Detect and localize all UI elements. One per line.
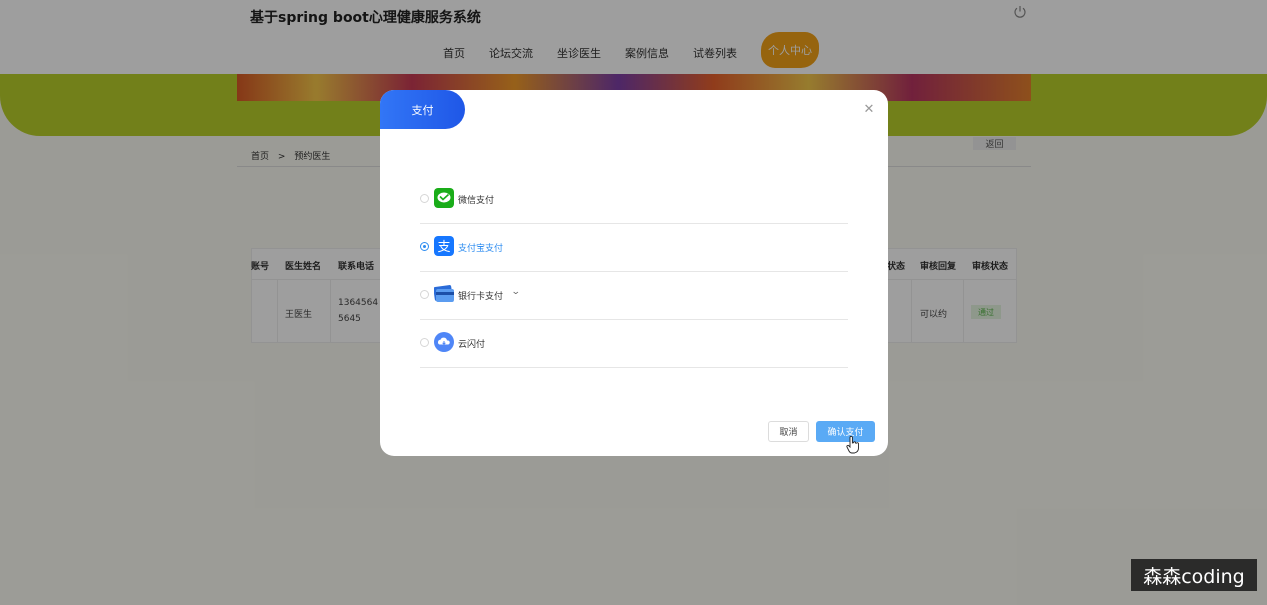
payment-label-alipay: 支付宝支付 (458, 244, 504, 254)
payment-label-bank-card: 银行卡支付 (458, 292, 504, 302)
payment-option-bank-card[interactable]: 银行卡支付 ⌄ (420, 271, 848, 320)
svg-text:支: 支 (437, 240, 450, 255)
hand-cursor-icon (846, 436, 859, 454)
cancel-button[interactable]: 取消 (768, 421, 809, 442)
dialog-title: 支付 (380, 90, 465, 129)
radio-cloud-pay[interactable] (420, 338, 429, 347)
bank-card-icon (434, 285, 454, 302)
watermark: 森森coding (1131, 559, 1257, 591)
payment-option-cloud-pay[interactable]: 云闪付 (420, 319, 848, 368)
chevron-down-icon[interactable]: ⌄ (511, 287, 521, 297)
cloud-pay-icon (434, 332, 454, 352)
wechat-pay-icon (434, 188, 454, 208)
radio-wechat[interactable] (420, 194, 429, 203)
close-icon[interactable]: ✕ (861, 102, 877, 118)
payment-dialog: 支付 ✕ 微信支付 支 支付宝支付 银行卡支付 ⌄ 云闪付 取消 确认支付 (380, 90, 888, 456)
alipay-icon: 支 (434, 236, 454, 256)
radio-alipay[interactable] (420, 242, 429, 251)
payment-label-wechat: 微信支付 (458, 196, 495, 206)
payment-option-alipay[interactable]: 支 支付宝支付 (420, 223, 848, 272)
payment-label-cloud-pay: 云闪付 (458, 340, 486, 350)
payment-option-wechat[interactable]: 微信支付 (420, 175, 848, 224)
radio-bank-card[interactable] (420, 290, 429, 299)
